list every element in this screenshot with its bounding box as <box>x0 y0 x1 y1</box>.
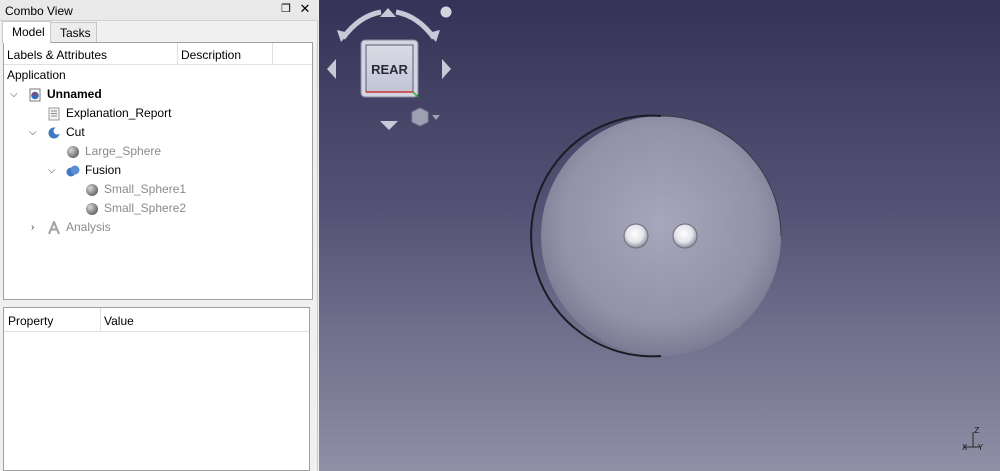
tree-item-label: Unnamed <box>47 87 102 101</box>
tree-item-label: Cut <box>66 125 85 139</box>
small-sphere-hole-1[interactable] <box>623 223 649 249</box>
y-axis-label: Y <box>977 443 983 452</box>
tree-item-large-sphere[interactable]: Large_Sphere <box>7 142 307 161</box>
cube-face-label: REAR <box>371 62 408 77</box>
tree-item-label: Small_Sphere2 <box>104 201 187 215</box>
view-menu-dot-icon[interactable] <box>440 6 452 18</box>
combo-view-titlebar: Combo View ❐ ✕ <box>0 0 318 21</box>
column-divider[interactable] <box>177 43 178 65</box>
labels-column-header[interactable]: Labels & Attributes <box>7 48 107 62</box>
3d-viewport[interactable]: REAR Z X Y <box>319 0 1000 471</box>
nav-left-arrow-icon[interactable] <box>327 59 336 79</box>
tree-item-unnamed[interactable]: ⌵ Unnamed <box>7 85 307 104</box>
combo-view-title: Combo View <box>5 4 73 18</box>
tree-item-small-sphere1[interactable]: Small_Sphere1 <box>7 180 307 199</box>
expand-arrow-icon[interactable]: ⌵ <box>10 85 20 104</box>
tree-item-fusion[interactable]: ⌵ Fusion <box>7 161 307 180</box>
rotate-up-arrow-icon[interactable] <box>380 8 396 17</box>
close-icon[interactable]: ✕ <box>298 2 312 16</box>
tab-tasks[interactable]: Tasks <box>50 22 97 42</box>
z-axis-label: Z <box>974 426 980 435</box>
navigation-cube[interactable]: REAR <box>327 6 452 131</box>
tree-item-label: Application <box>7 68 66 82</box>
sphere-icon <box>86 184 98 196</box>
expand-arrow-icon[interactable]: ⌵ <box>29 123 39 142</box>
tree-item-label: Small_Sphere1 <box>104 182 187 196</box>
property-header: Property Value <box>4 308 309 332</box>
tree-item-explanation-report[interactable]: Explanation_Report <box>7 104 307 123</box>
tree-item-analysis[interactable]: › Analysis <box>7 218 307 237</box>
tree-item-label: Analysis <box>66 220 111 234</box>
value-column-header[interactable]: Value <box>104 314 134 328</box>
description-column-header[interactable]: Description <box>181 48 241 62</box>
model-sphere[interactable] <box>530 114 782 358</box>
column-divider[interactable] <box>272 43 273 65</box>
tree-item-label: Large_Sphere <box>85 144 162 158</box>
view-menu-cube-icon[interactable] <box>411 107 440 127</box>
nav-right-arrow-icon[interactable] <box>442 59 451 79</box>
property-column-header[interactable]: Property <box>8 314 53 328</box>
column-divider[interactable] <box>100 308 101 332</box>
viewport-canvas: REAR Z X Y <box>327 6 983 452</box>
tree-item-label: Explanation_Report <box>66 106 172 120</box>
model-tree[interactable]: Labels & Attributes Description Applicat… <box>3 42 313 300</box>
expand-arrow-icon[interactable]: ⌵ <box>48 161 58 180</box>
property-view[interactable]: Property Value <box>3 307 310 471</box>
collapse-arrow-icon[interactable]: › <box>31 218 41 237</box>
document-icon <box>29 88 41 102</box>
combo-view-tabs: Model Tasks <box>0 21 318 43</box>
sphere-icon <box>86 203 98 215</box>
float-window-icon[interactable]: ❐ <box>280 3 292 15</box>
rotate-right-arc-icon[interactable] <box>395 9 437 40</box>
tree-item-cut[interactable]: ⌵ Cut <box>7 123 307 142</box>
text-document-icon <box>48 107 60 121</box>
fusion-icon <box>66 165 80 177</box>
analysis-icon <box>48 221 60 235</box>
cut-icon <box>48 127 61 139</box>
x-axis-label: X <box>962 443 968 452</box>
rotate-left-arc-icon[interactable] <box>340 9 382 40</box>
tab-model[interactable]: Model <box>2 21 51 43</box>
tree-header: Labels & Attributes Description <box>4 43 312 65</box>
tree-item-small-sphere2[interactable]: Small_Sphere2 <box>7 199 307 218</box>
small-sphere-hole-2[interactable] <box>672 223 698 249</box>
tree-item-label: Fusion <box>85 163 122 177</box>
large-sphere[interactable] <box>541 116 781 356</box>
combo-view-panel: Combo View ❐ ✕ Model Tasks Labels & Attr… <box>0 0 318 471</box>
nav-down-arrow-icon[interactable] <box>380 121 398 130</box>
sphere-icon <box>67 146 79 158</box>
axis-cross-indicator: Z X Y <box>962 426 983 452</box>
